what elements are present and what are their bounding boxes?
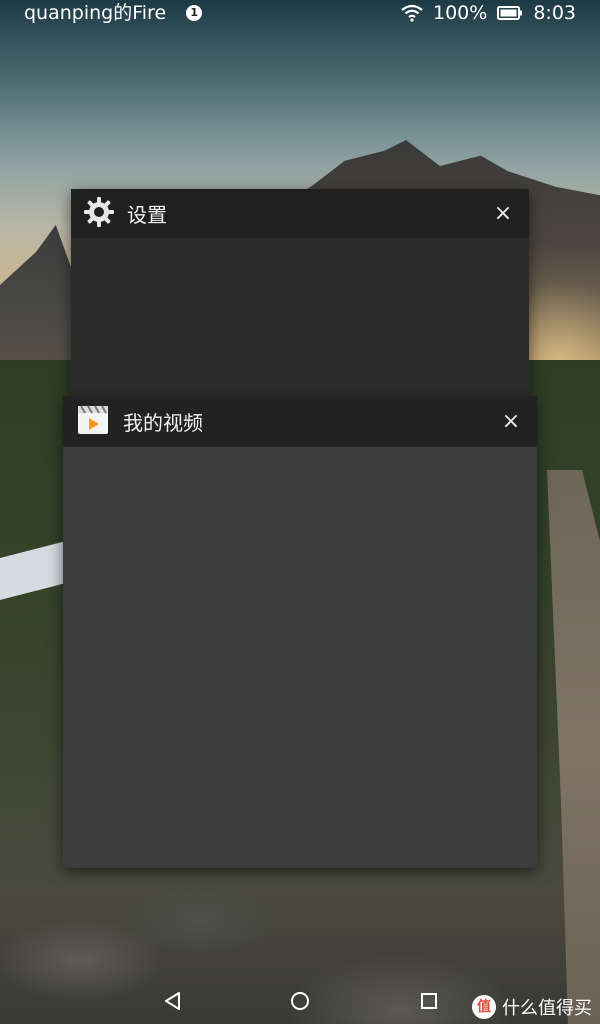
gear-icon [83, 196, 115, 232]
card-header: 设置 × [71, 189, 529, 238]
card-header: 我的视频 × [63, 396, 537, 447]
card-preview[interactable] [63, 447, 537, 868]
video-app-icon [77, 405, 109, 439]
status-bar: quanping的Fire 1 100% 8:03 [0, 0, 600, 26]
status-right: 100% 8:03 [401, 0, 576, 26]
card-title: 设置 [127, 203, 167, 227]
recent-app-card-videos[interactable]: 我的视频 × [63, 396, 537, 868]
clock: 8:03 [533, 2, 576, 24]
watermark-text: 什么值得买 [502, 998, 592, 1019]
device-name: quanping的Fire [24, 2, 167, 24]
card-preview[interactable] [71, 238, 529, 398]
close-icon[interactable]: × [501, 410, 521, 432]
close-icon[interactable]: × [493, 202, 513, 224]
status-left: quanping的Fire 1 [24, 0, 203, 26]
watermark-logo: 值 [472, 995, 496, 1019]
battery-percent: 100% [433, 2, 488, 24]
card-title: 我的视频 [123, 411, 203, 435]
back-triangle-icon[interactable] [162, 990, 184, 1012]
notification-badge[interactable]: 1 [186, 5, 203, 21]
recent-app-card-settings[interactable]: 设置 × [71, 189, 529, 399]
wifi-icon [401, 4, 423, 22]
watermark: 值 什么值得买 [472, 994, 592, 1020]
battery-icon [497, 6, 523, 20]
recent-square-icon[interactable] [418, 990, 440, 1012]
home-circle-icon[interactable] [289, 990, 311, 1012]
